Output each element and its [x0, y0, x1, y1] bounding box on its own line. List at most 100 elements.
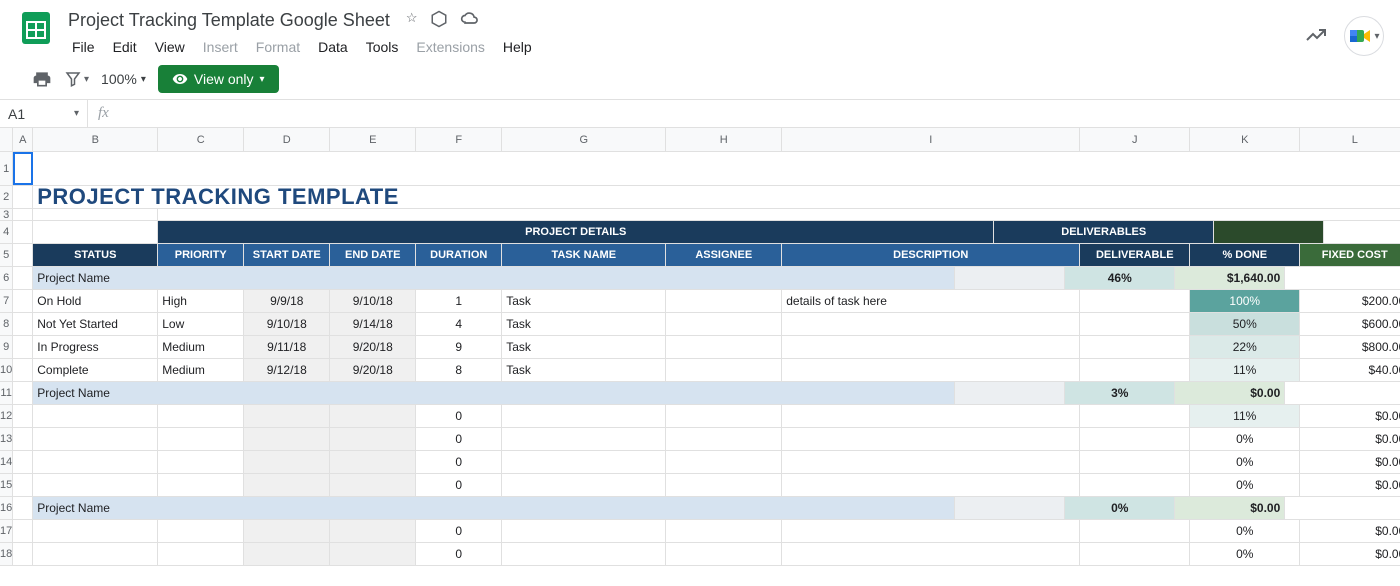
cell-status[interactable] [33, 428, 158, 450]
cell-priority[interactable] [158, 405, 244, 427]
cell-desc[interactable] [782, 520, 1080, 542]
cell-task[interactable] [502, 543, 666, 565]
cell-start[interactable] [244, 474, 330, 496]
group-pct[interactable]: 0% [1065, 497, 1175, 519]
cell-assignee[interactable] [666, 474, 782, 496]
row-header[interactable]: 6 [0, 267, 12, 290]
cell-deliverable[interactable] [1080, 405, 1190, 427]
cell-deliverable[interactable] [1080, 451, 1190, 473]
cell-duration[interactable]: 0 [416, 543, 502, 565]
cloud-icon[interactable] [460, 10, 480, 31]
cell-priority[interactable]: Low [158, 313, 244, 335]
cell[interactable] [13, 428, 33, 450]
cell-duration[interactable]: 1 [416, 290, 502, 312]
cell-task[interactable] [502, 451, 666, 473]
cell-assignee[interactable] [666, 290, 782, 312]
cell-task[interactable]: Task [502, 336, 666, 358]
cell[interactable] [33, 209, 158, 220]
menu-help[interactable]: Help [495, 35, 540, 59]
print-icon[interactable] [32, 69, 52, 89]
cell-task[interactable]: Task [502, 359, 666, 381]
cell-priority[interactable]: Medium [158, 336, 244, 358]
cell-end[interactable] [330, 428, 416, 450]
col-header[interactable]: A [13, 128, 33, 151]
col-header[interactable]: B [33, 128, 158, 151]
cell-end[interactable] [330, 451, 416, 473]
header-start[interactable]: START DATE [244, 244, 330, 266]
cell-cost[interactable]: $40.00 [1300, 359, 1400, 381]
header-priority[interactable]: PRIORITY [158, 244, 244, 266]
cell-pct[interactable]: 100% [1190, 290, 1300, 312]
cell-deliverable[interactable] [1080, 474, 1190, 496]
col-header[interactable]: K [1190, 128, 1300, 151]
cell-assignee[interactable] [666, 520, 782, 542]
cell[interactable] [158, 209, 1400, 220]
cell-status[interactable]: On Hold [33, 290, 158, 312]
zoom-selector[interactable]: 100%▾ [101, 71, 146, 87]
cell-start[interactable] [244, 405, 330, 427]
view-only-button[interactable]: View only ▾ [158, 65, 279, 93]
cell-pct[interactable]: 0% [1190, 428, 1300, 450]
row-header[interactable]: 12 [0, 405, 12, 428]
cell-assignee[interactable] [666, 405, 782, 427]
cell-pct[interactable]: 22% [1190, 336, 1300, 358]
cell[interactable] [13, 520, 33, 542]
cell-pct[interactable]: 0% [1190, 474, 1300, 496]
cell-deliverable[interactable] [1080, 428, 1190, 450]
cell-duration[interactable]: 0 [416, 428, 502, 450]
cell[interactable] [955, 267, 1065, 289]
cell-duration[interactable]: 0 [416, 474, 502, 496]
cell-cost[interactable]: $600.00 [1300, 313, 1400, 335]
project-name[interactable]: Project Name [33, 267, 955, 289]
menu-format[interactable]: Format [248, 35, 308, 59]
cell[interactable] [13, 209, 33, 220]
cell-assignee[interactable] [666, 336, 782, 358]
cell-cost[interactable]: $0.00 [1300, 405, 1400, 427]
cell-desc[interactable] [782, 428, 1080, 450]
cell-cost[interactable]: $0.00 [1300, 451, 1400, 473]
cell-task[interactable] [502, 428, 666, 450]
cell-duration[interactable]: 9 [416, 336, 502, 358]
col-header[interactable]: J [1080, 128, 1190, 151]
menu-edit[interactable]: Edit [105, 35, 145, 59]
cell[interactable] [13, 451, 33, 473]
group-cost[interactable]: $0.00 [1175, 382, 1285, 404]
cell-assignee[interactable] [666, 451, 782, 473]
cell-cost[interactable]: $800.00 [1300, 336, 1400, 358]
col-header[interactable]: I [782, 128, 1080, 151]
cell[interactable] [13, 244, 33, 266]
cell-start[interactable] [244, 451, 330, 473]
cell[interactable] [1214, 221, 1324, 243]
cell-task[interactable] [502, 474, 666, 496]
cell-desc[interactable] [782, 451, 1080, 473]
cell-cost[interactable]: $0.00 [1300, 520, 1400, 542]
header-status[interactable]: STATUS [33, 244, 158, 266]
row-header[interactable]: 11 [0, 382, 12, 405]
header-deliverables[interactable]: DELIVERABLES [994, 221, 1214, 243]
group-cost[interactable]: $1,640.00 [1175, 267, 1285, 289]
cell-task[interactable]: Task [502, 313, 666, 335]
move-icon[interactable] [430, 10, 448, 31]
menu-file[interactable]: File [64, 35, 103, 59]
row-header[interactable]: 5 [0, 244, 12, 267]
menu-insert[interactable]: Insert [195, 35, 246, 59]
cell-priority[interactable]: High [158, 290, 244, 312]
cell-pct[interactable]: 11% [1190, 359, 1300, 381]
cell-status[interactable] [33, 474, 158, 496]
cell-start[interactable]: 9/10/18 [244, 313, 330, 335]
cell[interactable] [13, 221, 33, 243]
row-header[interactable]: 17 [0, 520, 12, 543]
cell-task[interactable] [502, 405, 666, 427]
row-header[interactable]: 16 [0, 497, 12, 520]
row-header[interactable]: 10 [0, 359, 12, 382]
group-pct[interactable]: 3% [1065, 382, 1175, 404]
cell-end[interactable]: 9/14/18 [330, 313, 416, 335]
row-header[interactable]: 1 [0, 152, 12, 186]
cell[interactable] [13, 405, 33, 427]
cell-assignee[interactable] [666, 313, 782, 335]
cell-task[interactable]: Task [502, 290, 666, 312]
cell-end[interactable] [330, 543, 416, 565]
cell-cost[interactable]: $0.00 [1300, 543, 1400, 565]
cell[interactable] [955, 382, 1065, 404]
meet-button[interactable]: ▾ [1344, 16, 1384, 56]
